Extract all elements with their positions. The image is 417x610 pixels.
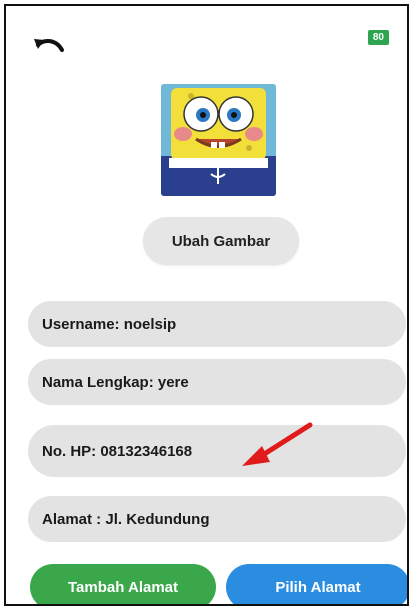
avatar [161, 84, 276, 196]
battery-badge: 80 [367, 30, 389, 45]
choose-address-button[interactable]: Pilih Alamat [226, 564, 407, 604]
username-field[interactable]: Username: noelsip [28, 301, 406, 347]
address-field[interactable]: Alamat : Jl. Kedundung [28, 496, 406, 542]
phone-field[interactable]: No. HP: 08132346168 [28, 425, 406, 477]
red-arrow-icon [238, 420, 318, 470]
undo-arrow-icon[interactable] [32, 36, 66, 58]
change-image-button[interactable]: Ubah Gambar [143, 217, 299, 265]
phone-screen: 80 Ubah Gambar Username: noelsip Nama Le… [4, 4, 409, 606]
sponge-cartoon-avatar [161, 84, 276, 196]
add-address-button[interactable]: Tambah Alamat [30, 564, 216, 604]
full-name-field[interactable]: Nama Lengkap: yere [28, 359, 406, 405]
